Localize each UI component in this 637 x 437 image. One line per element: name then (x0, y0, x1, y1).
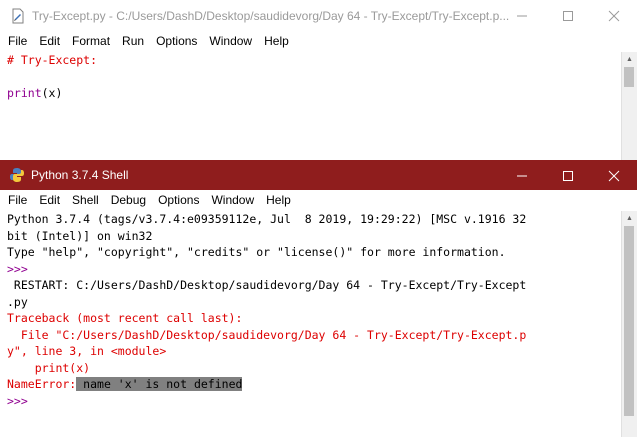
scrollbar-thumb[interactable] (624, 67, 634, 87)
minimize-icon (517, 175, 527, 176)
editor-titlebar[interactable]: Try-Except.py - C:/Users/DashD/Desktop/s… (0, 0, 637, 31)
editor-window-title: Try-Except.py - C:/Users/DashD/Desktop/s… (32, 8, 510, 23)
menu-help[interactable]: Help (258, 34, 295, 48)
close-icon (608, 10, 620, 21)
shell-prompt-current[interactable]: >>> (0, 393, 620, 410)
menu-file[interactable]: File (2, 34, 33, 48)
traceback-line-2: File "C:/Users/DashD/Desktop/saudidevorg… (7, 327, 527, 342)
shell-menu-edit[interactable]: Edit (33, 193, 66, 207)
minimize-button[interactable] (499, 0, 545, 31)
shell-menu-window[interactable]: Window (205, 193, 260, 207)
menu-format[interactable]: Format (66, 34, 116, 48)
shell-menubar: File Edit Shell Debug Options Window Hel… (0, 190, 637, 210)
shell-vertical-scrollbar[interactable]: ▲ (621, 211, 637, 437)
shell-menu-debug[interactable]: Debug (105, 193, 152, 207)
traceback-line-4: print(x) (7, 360, 91, 375)
menu-run[interactable]: Run (116, 34, 150, 48)
shell-window-title: Python 3.7.4 Shell (31, 168, 129, 182)
menu-edit[interactable]: Edit (33, 34, 66, 48)
editor-vertical-scrollbar[interactable]: ▲ (621, 52, 637, 160)
traceback-line-1: Traceback (most recent call last): (7, 311, 243, 325)
shell-menu-help[interactable]: Help (260, 193, 297, 207)
shell-close-button[interactable] (591, 160, 637, 191)
close-button[interactable] (591, 0, 637, 31)
code-args: (x) (41, 86, 63, 100)
scrollbar-thumb[interactable] (624, 226, 634, 416)
shell-prompt: >>> (7, 261, 28, 276)
code-builtin-print: print (7, 86, 42, 100)
shell-output-area[interactable]: Python 3.7.4 (tags/v3.7.4:e09359112e, Ju… (0, 211, 620, 437)
shell-minimize-button[interactable] (499, 160, 545, 191)
editor-window: Try-Except.py - C:/Users/DashD/Desktop/s… (0, 0, 637, 160)
idle-file-icon (10, 8, 26, 24)
error-type: NameError: (7, 377, 77, 391)
scroll-up-arrow-icon[interactable]: ▲ (622, 211, 637, 225)
shell-menu-options[interactable]: Options (152, 193, 205, 207)
scroll-up-arrow-icon[interactable]: ▲ (622, 52, 637, 66)
code-editor-area[interactable]: # Try-Except: print(x) (0, 52, 622, 160)
minimize-icon (517, 15, 527, 16)
python-icon (9, 167, 25, 183)
menu-window[interactable]: Window (203, 34, 258, 48)
code-line-3: print(x) (0, 85, 622, 102)
maximize-icon (563, 170, 573, 181)
editor-menubar: File Edit Format Run Options Window Help (0, 31, 637, 51)
shell-banner-line-3: Type "help", "copyright", "credits" or "… (7, 245, 506, 259)
shell-maximize-button[interactable] (545, 160, 591, 191)
close-icon (608, 170, 620, 181)
maximize-icon (563, 10, 573, 21)
traceback-line-3: y", line 3, in <module> (7, 344, 167, 358)
shell-banner-line-2: bit (Intel)] on win32 (7, 228, 153, 243)
shell-restart-line-2: .py (7, 294, 28, 309)
shell-window: Python 3.7.4 Shell File Edit Shell Debug… (0, 160, 637, 437)
error-line: NameError: name 'x' is not defined (0, 376, 620, 393)
shell-titlebar[interactable]: Python 3.7.4 Shell (0, 160, 637, 190)
code-line-1: # Try-Except: (7, 53, 98, 67)
error-message-selected: name 'x' is not defined (76, 377, 243, 391)
shell-restart-line-1: RESTART: C:/Users/DashD/Desktop/saudidev… (7, 278, 527, 292)
menu-options[interactable]: Options (150, 34, 203, 48)
maximize-button[interactable] (545, 0, 591, 31)
shell-menu-file[interactable]: File (2, 193, 33, 207)
shell-banner-line-1: Python 3.7.4 (tags/v3.7.4:e09359112e, Ju… (7, 212, 527, 226)
shell-menu-shell[interactable]: Shell (66, 193, 105, 207)
